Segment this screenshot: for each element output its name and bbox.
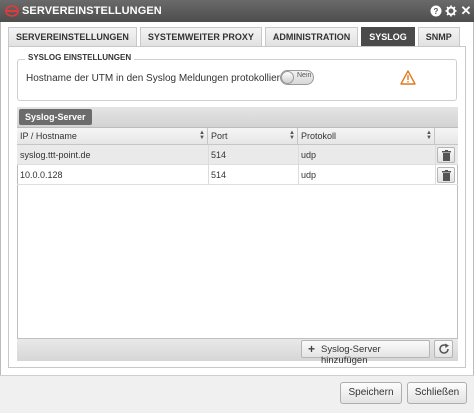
dialog-footer (0, 375, 474, 413)
hostname-logging-label: Hostname der UTM in den Syslog Meldungen… (26, 73, 294, 84)
logo-icon (5, 5, 19, 17)
tab-administration[interactable]: ADMINISTRATION (264, 27, 359, 46)
tab-servereinstellungen[interactable]: SERVEREINSTELLUNGEN (8, 27, 137, 46)
tab-systemweiter-proxy[interactable]: SYSTEMWEITER PROXY (139, 27, 262, 46)
column-header-protocol[interactable]: Protokoll (298, 128, 435, 145)
add-syslog-server-label: Syslog-Server hinzufügen (321, 344, 381, 366)
tab-syslog[interactable]: SYSLOG (361, 27, 415, 46)
refresh-button[interactable] (434, 340, 453, 358)
sort-icon[interactable]: ▲ ▼ (199, 130, 205, 142)
close-icon[interactable]: ✕ (459, 4, 473, 18)
close-button[interactable]: Schließen (407, 382, 467, 404)
column-divider (298, 145, 299, 185)
tab-bar: SERVEREINSTELLUNGEN SYSTEMWEITER PROXY A… (8, 27, 463, 46)
add-syslog-server-button[interactable]: + Syslog-Server hinzufügen (301, 340, 430, 366)
trash-icon (442, 170, 451, 181)
host-cell[interactable]: syslog.ttt-point.de (17, 145, 91, 165)
toggle-value: Nein (297, 72, 312, 79)
delete-row-button[interactable] (437, 167, 455, 183)
syslog-server-title: Syslog-Server (19, 109, 92, 125)
port-cell[interactable]: 514 (208, 145, 226, 165)
protocol-cell[interactable]: udp (298, 145, 316, 165)
svg-text:?: ? (434, 7, 439, 16)
title-bar: SERVEREINSTELLUNGEN ? ✕ (0, 0, 474, 22)
column-header-host[interactable]: IP / Hostname (17, 128, 208, 145)
port-cell[interactable]: 514 (208, 165, 226, 185)
trash-icon (442, 150, 451, 161)
hostname-logging-toggle[interactable]: Nein (280, 70, 314, 85)
host-cell[interactable]: 10.0.0.128 (17, 165, 63, 185)
sort-icon[interactable]: ▲ ▼ (426, 130, 432, 142)
sort-icon[interactable]: ▲ ▼ (289, 130, 295, 142)
plus-icon: + (308, 342, 316, 356)
syslog-settings-legend: SYSLOG EINSTELLUNGEN (25, 53, 135, 62)
toggle-knob (281, 71, 294, 84)
column-divider (435, 145, 436, 185)
tab-snmp[interactable]: SNMP (417, 27, 460, 46)
column-divider (208, 145, 209, 185)
protocol-cell[interactable]: udp (298, 165, 316, 185)
warning-triangle-icon (400, 70, 416, 85)
window-title: SERVEREINSTELLUNGEN (22, 5, 162, 17)
table-row[interactable] (17, 165, 458, 185)
refresh-icon (439, 343, 449, 354)
gear-icon[interactable] (444, 4, 458, 18)
save-button[interactable]: Speichern (340, 382, 402, 404)
question-mark-icon[interactable]: ? (429, 4, 443, 18)
delete-row-button[interactable] (437, 147, 455, 163)
column-header-port[interactable]: Port (208, 128, 298, 145)
